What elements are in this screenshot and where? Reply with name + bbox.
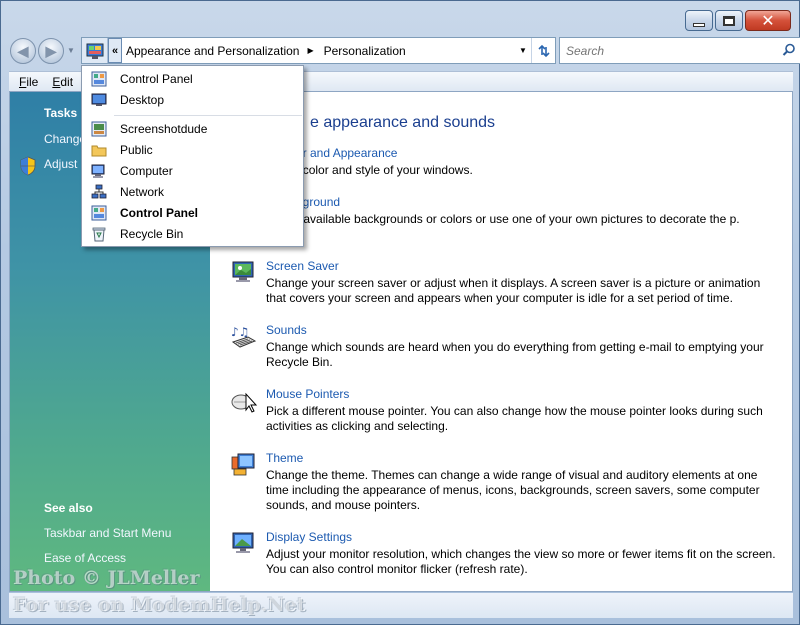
item-mouse-pointers: Mouse Pointers Pick a different mouse po… bbox=[230, 387, 782, 439]
minimize-icon bbox=[693, 22, 705, 27]
watermark-line-2: For use on ModemHelp.Net bbox=[13, 594, 306, 616]
dropdown-item-public[interactable]: Public bbox=[82, 139, 303, 160]
breadcrumb-appearance[interactable]: Appearance and Personalization ▶ bbox=[122, 44, 320, 58]
item-color-appearance: w Color and Appearance ne the color and … bbox=[230, 146, 782, 186]
see-also-taskbar-link[interactable]: Taskbar and Start Menu bbox=[44, 526, 171, 540]
back-arrow-icon: ◀ bbox=[17, 42, 29, 59]
breadcrumb-label: Appearance and Personalization bbox=[126, 43, 300, 58]
item-description: Change the theme. Themes can change a wi… bbox=[266, 468, 760, 512]
menu-file[interactable]: File bbox=[19, 75, 38, 89]
menu-edit[interactable]: Edit bbox=[52, 75, 73, 89]
item-description: e from available backgrounds or colors o… bbox=[266, 212, 740, 226]
search-icon[interactable] bbox=[782, 43, 796, 60]
dropdown-label: Public bbox=[120, 142, 153, 157]
dropdown-label: Computer bbox=[120, 163, 173, 178]
item-desktop-background: p Background e from available background… bbox=[230, 195, 782, 247]
item-description: Pick a different mouse pointer. You can … bbox=[266, 404, 763, 433]
recent-pages-dropdown[interactable]: ▼ bbox=[67, 46, 75, 55]
address-bar[interactable]: « Appearance and Personalization ▶ Perso… bbox=[81, 37, 556, 64]
sounds-link[interactable]: Sounds bbox=[266, 323, 307, 337]
display-settings-icon[interactable] bbox=[230, 530, 258, 558]
item-description: ne the color and style of your windows. bbox=[266, 163, 473, 177]
item-theme: Theme Change the theme. Themes can chang… bbox=[230, 451, 782, 519]
maximize-icon bbox=[723, 15, 735, 26]
screen-saver-icon[interactable] bbox=[230, 259, 258, 287]
item-description: Change which sounds are heard when you d… bbox=[266, 340, 764, 369]
dropdown-label: Recycle Bin bbox=[120, 226, 184, 241]
control-panel-icon[interactable] bbox=[82, 38, 108, 63]
address-dropdown-button[interactable]: ▼ bbox=[516, 38, 530, 63]
chevron-down-icon: ▼ bbox=[519, 46, 527, 55]
dropdown-item-control-panel[interactable]: Control Panel bbox=[82, 68, 303, 89]
dropdown-label: Network bbox=[120, 184, 165, 199]
theme-link[interactable]: Theme bbox=[266, 451, 303, 465]
recycle-bin-icon bbox=[91, 226, 107, 242]
close-icon: ✕ bbox=[761, 10, 775, 30]
overflow-chevron-button[interactable]: « bbox=[108, 38, 122, 63]
control-panel-icon bbox=[91, 71, 107, 87]
dropdown-item-screenshotdude[interactable]: Screenshotdude bbox=[82, 118, 303, 139]
search-input[interactable] bbox=[566, 39, 766, 62]
dropdown-label: Desktop bbox=[120, 92, 165, 107]
task-link-change[interactable]: Change bbox=[44, 132, 86, 146]
dropdown-label: Screenshotdude bbox=[120, 121, 208, 136]
refresh-button[interactable] bbox=[531, 38, 555, 63]
page-title: e appearance and sounds bbox=[310, 114, 496, 131]
maximize-button[interactable] bbox=[715, 10, 743, 31]
dropdown-label: Control Panel bbox=[120, 71, 193, 86]
svg-text:♪♫: ♪♫ bbox=[231, 325, 249, 339]
search-box[interactable] bbox=[559, 37, 800, 64]
desktop-icon bbox=[91, 92, 107, 108]
folder-icon bbox=[91, 142, 107, 158]
watermark-line-1: Photo © JLMeller bbox=[13, 567, 200, 589]
dropdown-label: Control Panel bbox=[120, 205, 199, 220]
minimize-button[interactable] bbox=[685, 10, 713, 31]
item-description: Adjust your monitor resolution, which ch… bbox=[266, 547, 776, 576]
item-description: Change your screen saver or adjust when … bbox=[266, 276, 761, 305]
dropdown-item-recycle-bin[interactable]: Recycle Bin bbox=[82, 223, 303, 244]
dropdown-item-control-panel-current[interactable]: Control Panel bbox=[82, 202, 303, 223]
address-history-dropdown: Control Panel Desktop Screenshotdude Pub… bbox=[81, 65, 304, 247]
tasks-heading: Tasks bbox=[44, 106, 78, 120]
item-sounds: ♪♫ Sounds Change which sounds are heard … bbox=[230, 323, 782, 375]
uac-shield-icon bbox=[19, 156, 37, 179]
close-button[interactable]: ✕ bbox=[745, 10, 791, 31]
network-icon bbox=[91, 184, 107, 200]
task-link-adjust[interactable]: Adjust bbox=[44, 157, 77, 171]
item-display-settings: Display Settings Adjust your monitor res… bbox=[230, 530, 782, 582]
dropdown-item-computer[interactable]: Computer bbox=[82, 160, 303, 181]
dropdown-item-network[interactable]: Network bbox=[82, 181, 303, 202]
refresh-icon bbox=[537, 44, 550, 57]
chevron-right-icon[interactable]: ▶ bbox=[307, 46, 313, 55]
personalization-window: ✕ ◀ ▶ ▼ « Appearance and Personalization… bbox=[0, 0, 800, 625]
see-also-heading: See also bbox=[44, 501, 93, 515]
item-screen-saver: Screen Saver Change your screen saver or… bbox=[230, 259, 782, 311]
dropdown-separator bbox=[114, 115, 302, 116]
mouse-pointers-link[interactable]: Mouse Pointers bbox=[266, 387, 349, 401]
caption-buttons: ✕ bbox=[685, 10, 791, 31]
display-settings-link[interactable]: Display Settings bbox=[266, 530, 352, 544]
theme-icon[interactable] bbox=[230, 451, 258, 479]
dropdown-item-desktop[interactable]: Desktop bbox=[82, 89, 303, 110]
forward-button[interactable]: ▶ bbox=[38, 38, 64, 64]
back-button[interactable]: ◀ bbox=[10, 38, 36, 64]
breadcrumb-personalization[interactable]: Personalization bbox=[320, 44, 412, 58]
screen-saver-link[interactable]: Screen Saver bbox=[266, 259, 339, 273]
forward-arrow-icon: ▶ bbox=[45, 42, 57, 59]
navigation-row: ◀ ▶ ▼ « Appearance and Personalization ▶… bbox=[9, 37, 800, 65]
sounds-icon[interactable]: ♪♫ bbox=[230, 323, 258, 351]
breadcrumb-label: Personalization bbox=[323, 43, 406, 58]
mouse-pointer-icon[interactable] bbox=[230, 387, 258, 415]
user-folder-icon bbox=[91, 121, 107, 137]
computer-icon bbox=[91, 163, 107, 179]
control-panel-icon bbox=[91, 205, 107, 221]
see-also-ease-of-access-link[interactable]: Ease of Access bbox=[44, 551, 126, 565]
